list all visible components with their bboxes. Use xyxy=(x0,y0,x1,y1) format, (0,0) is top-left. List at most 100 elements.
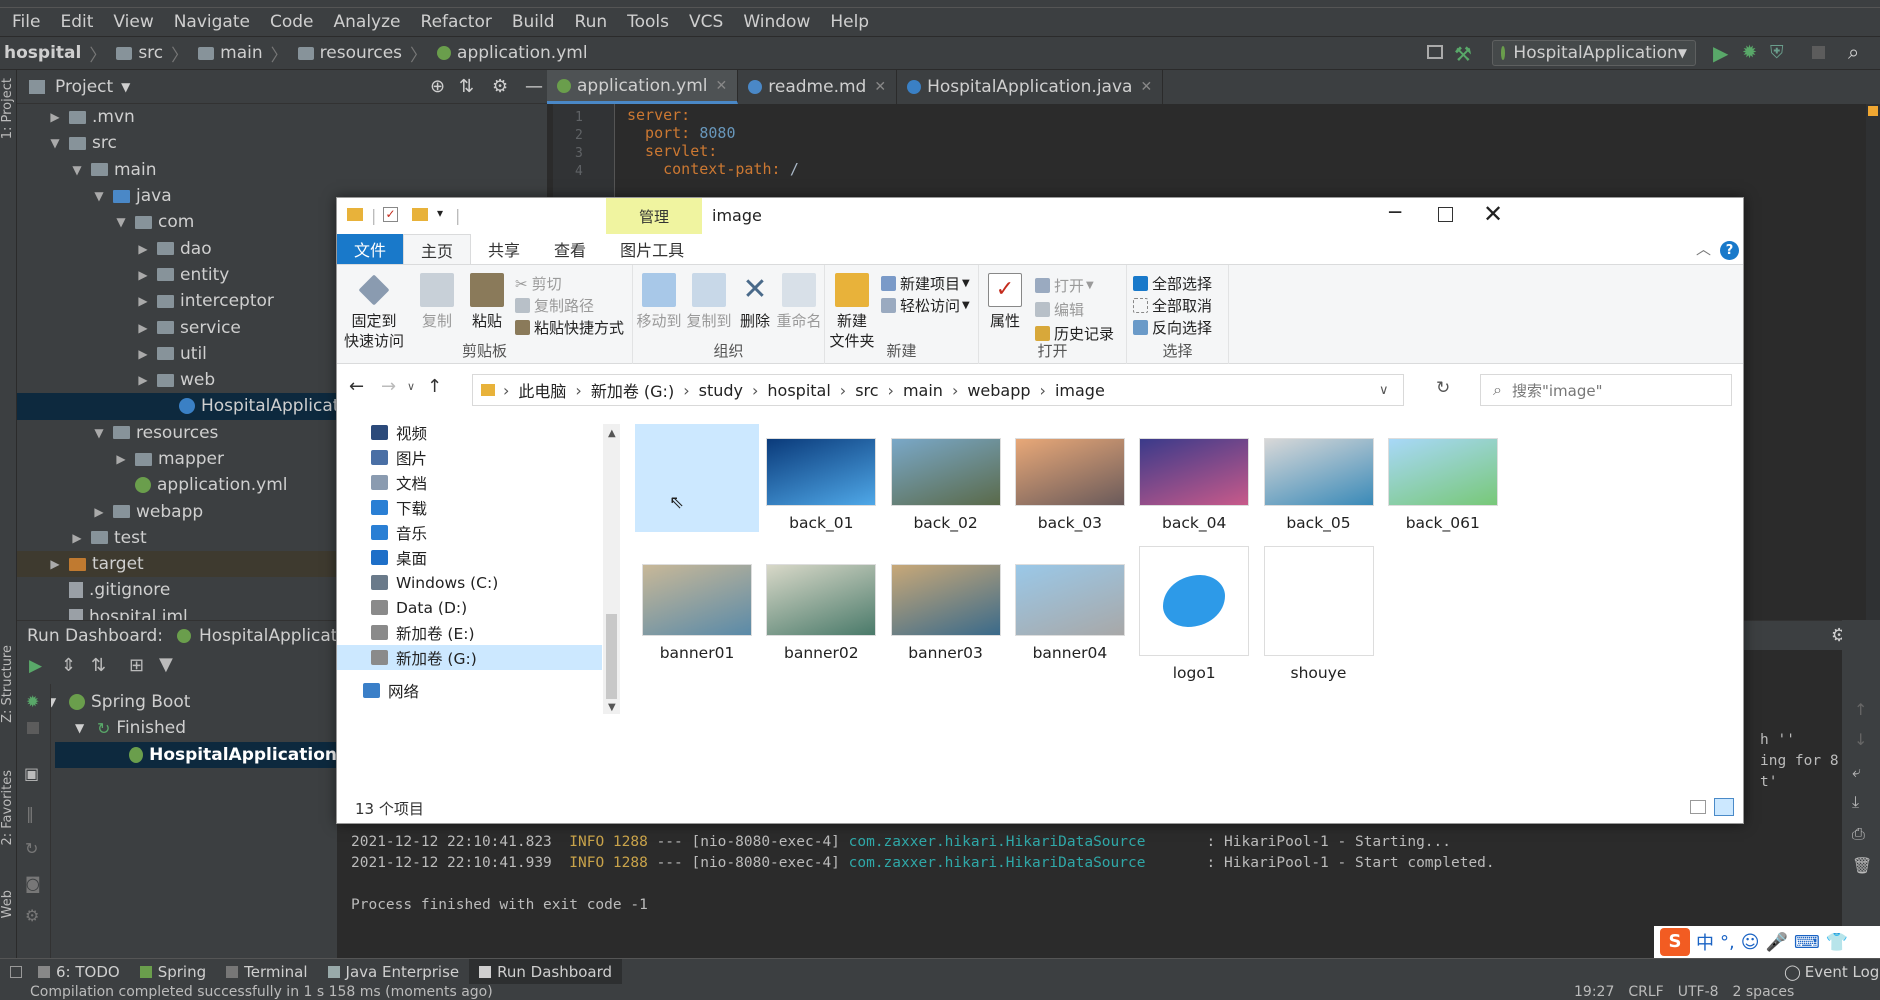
layout-icon[interactable] xyxy=(1427,45,1443,59)
camera-icon[interactable]: ◙ xyxy=(25,874,41,893)
file-item[interactable]: logo1 xyxy=(1132,546,1256,682)
address-bar[interactable]: › 此电脑 › 新加卷 (G:) › study › hospital › src › main › we… xyxy=(472,374,1404,406)
status-item[interactable]: 2 spaces xyxy=(1733,984,1795,1000)
path-separator[interactable]: › xyxy=(1040,381,1046,400)
path-separator[interactable]: › xyxy=(840,381,846,400)
open-button[interactable]: 打开 ▼ xyxy=(1035,275,1094,296)
menu-item[interactable]: Refactor xyxy=(411,12,502,32)
file-item[interactable]: back_01 xyxy=(759,424,883,532)
chevron-right-icon[interactable]: ▶ xyxy=(135,242,151,256)
tree-item-spring-boot[interactable]: ▼ Spring Boot xyxy=(47,690,190,714)
bottom-tab[interactable]: Terminal xyxy=(216,959,317,985)
menu-item[interactable]: VCS xyxy=(679,12,733,32)
structure-tool-tab[interactable]: Z: Structure xyxy=(0,645,15,723)
properties-qa-icon[interactable]: ✓ xyxy=(383,207,398,222)
file-item[interactable]: back_03 xyxy=(1008,424,1132,532)
collapse-ribbon-icon[interactable]: ︿ xyxy=(1696,238,1711,259)
wrap-icon[interactable]: ⤶ xyxy=(1852,762,1861,782)
tree-item-finished[interactable]: ▼ ↻ Finished xyxy=(75,716,186,740)
copy-to-button[interactable]: 复制到 xyxy=(685,273,733,331)
breadcrumb-item[interactable]: src xyxy=(110,43,163,63)
chevron-right-icon[interactable]: ▶ xyxy=(69,531,85,545)
edit-button[interactable]: 编辑 xyxy=(1035,299,1084,320)
nav-item[interactable]: 新加卷 (E:) xyxy=(337,620,602,645)
close-tab-icon[interactable]: ✕ xyxy=(1140,79,1152,95)
group-icon[interactable]: ⊞ xyxy=(129,655,144,676)
select-all-button[interactable]: 全部选择 xyxy=(1133,273,1212,294)
favorites-tool-tab[interactable]: 2: Favorites xyxy=(0,770,15,846)
collapse-icon[interactable]: ⇅ xyxy=(459,76,474,97)
path-segment[interactable]: hospital xyxy=(767,381,830,400)
build-icon[interactable]: ⚒ xyxy=(1454,42,1472,66)
file-item[interactable]: banner02 xyxy=(759,546,883,662)
ime-item[interactable]: 中 xyxy=(1696,929,1714,955)
menu-item[interactable]: Edit xyxy=(50,12,103,32)
gear-icon[interactable]: ⚙ xyxy=(492,76,508,97)
close-button[interactable]: ✕ xyxy=(1483,200,1503,228)
path-segment[interactable]: study xyxy=(699,381,743,400)
nav-item[interactable]: Windows (C:) xyxy=(337,570,602,595)
nav-item[interactable]: 新加卷 (G:) xyxy=(337,645,602,670)
bottom-tab[interactable]: Spring xyxy=(130,959,216,985)
file-item[interactable]: back_02 xyxy=(884,424,1008,532)
copy-path-button[interactable]: 复制路径 xyxy=(515,295,594,316)
chevron-down-icon[interactable]: ▼ xyxy=(69,163,85,177)
layout-icon[interactable]: ▣ xyxy=(24,764,39,783)
menu-item[interactable]: Navigate xyxy=(164,12,260,32)
print-icon[interactable]: ⎙ xyxy=(1852,824,1865,844)
rerun-icon[interactable]: ↻ xyxy=(25,839,38,858)
nav-item[interactable]: 桌面 xyxy=(337,545,602,570)
recent-locations-button[interactable]: ∨ xyxy=(407,380,415,393)
expand-all-icon[interactable]: ⇕ xyxy=(61,655,76,676)
help-icon[interactable]: ? xyxy=(1720,241,1739,260)
up-button[interactable]: ↑ xyxy=(427,376,442,397)
chevron-right-icon[interactable]: ▶ xyxy=(135,347,151,361)
event-log-button[interactable]: ◯ Event Log xyxy=(1784,963,1879,981)
chevron-right-icon[interactable]: ▶ xyxy=(135,373,151,387)
file-item[interactable]: back_05 xyxy=(1257,424,1381,532)
close-tab-icon[interactable]: ✕ xyxy=(716,78,728,94)
path-segment[interactable]: webapp xyxy=(967,381,1030,400)
tree-item-app[interactable]: HospitalApplication xyxy=(55,742,337,768)
move-to-button[interactable]: 移动到 xyxy=(635,273,683,331)
copy-button[interactable]: 复制 xyxy=(413,273,461,331)
chevron-down-icon[interactable]: ▼ xyxy=(47,136,63,150)
forward-button[interactable]: → xyxy=(381,376,396,397)
ribbon-tab[interactable]: 共享 xyxy=(471,234,537,264)
search-input[interactable]: ⌕ 搜索"image" xyxy=(1480,374,1732,406)
invert-selection-button[interactable]: 反向选择 xyxy=(1133,317,1212,338)
down-icon[interactable]: ↓ xyxy=(1854,730,1867,749)
filter-icon[interactable]: ▼ xyxy=(159,654,173,675)
address-history-button[interactable]: ∨ xyxy=(1379,383,1389,398)
status-item[interactable]: CRLF xyxy=(1628,984,1663,1000)
pause-icon[interactable]: ‖ xyxy=(26,804,34,823)
new-item-button[interactable]: 新建项目 ▼ xyxy=(881,273,970,294)
file-item[interactable]: banner04 xyxy=(1008,546,1132,662)
tool-windows-icon[interactable] xyxy=(10,965,22,978)
path-segment[interactable]: main xyxy=(903,381,943,400)
refresh-button[interactable]: ↻ xyxy=(1436,378,1450,398)
stop-icon[interactable] xyxy=(27,722,39,734)
collapse-all-icon[interactable]: ⇅ xyxy=(91,655,106,676)
hide-icon[interactable]: — xyxy=(525,76,543,97)
file-item[interactable]: back_04 xyxy=(1132,424,1256,532)
breadcrumb-item[interactable]: resources xyxy=(292,43,402,63)
run-icon[interactable]: ▶ xyxy=(29,656,42,676)
delete-button[interactable]: ✕ 删除 xyxy=(735,273,775,331)
ribbon-tab[interactable]: 图片工具 xyxy=(603,234,701,264)
back-button[interactable]: ← xyxy=(349,376,364,397)
tree-item[interactable]: ▶ .mvn xyxy=(17,104,547,130)
settings-icon[interactable]: ⚙ xyxy=(25,906,39,925)
nav-item[interactable]: 图片 xyxy=(337,445,602,470)
trash-icon[interactable]: 🗑 xyxy=(1852,856,1872,875)
file-item[interactable]: banner03 xyxy=(884,546,1008,662)
chevron-down-icon[interactable]: ▼ xyxy=(113,215,129,229)
path-segment[interactable]: src xyxy=(855,381,878,400)
editor-tab[interactable]: application.yml ✕ xyxy=(547,70,739,104)
ime-item[interactable]: 👕 xyxy=(1826,932,1848,953)
paste-shortcut-button[interactable]: 粘贴快捷方式 xyxy=(515,317,624,338)
nav-item[interactable]: 网络 xyxy=(337,678,602,703)
large-icons-view-button[interactable] xyxy=(1714,798,1734,816)
menu-item[interactable]: File xyxy=(2,12,50,32)
ribbon-tab[interactable]: 文件 xyxy=(337,234,404,264)
